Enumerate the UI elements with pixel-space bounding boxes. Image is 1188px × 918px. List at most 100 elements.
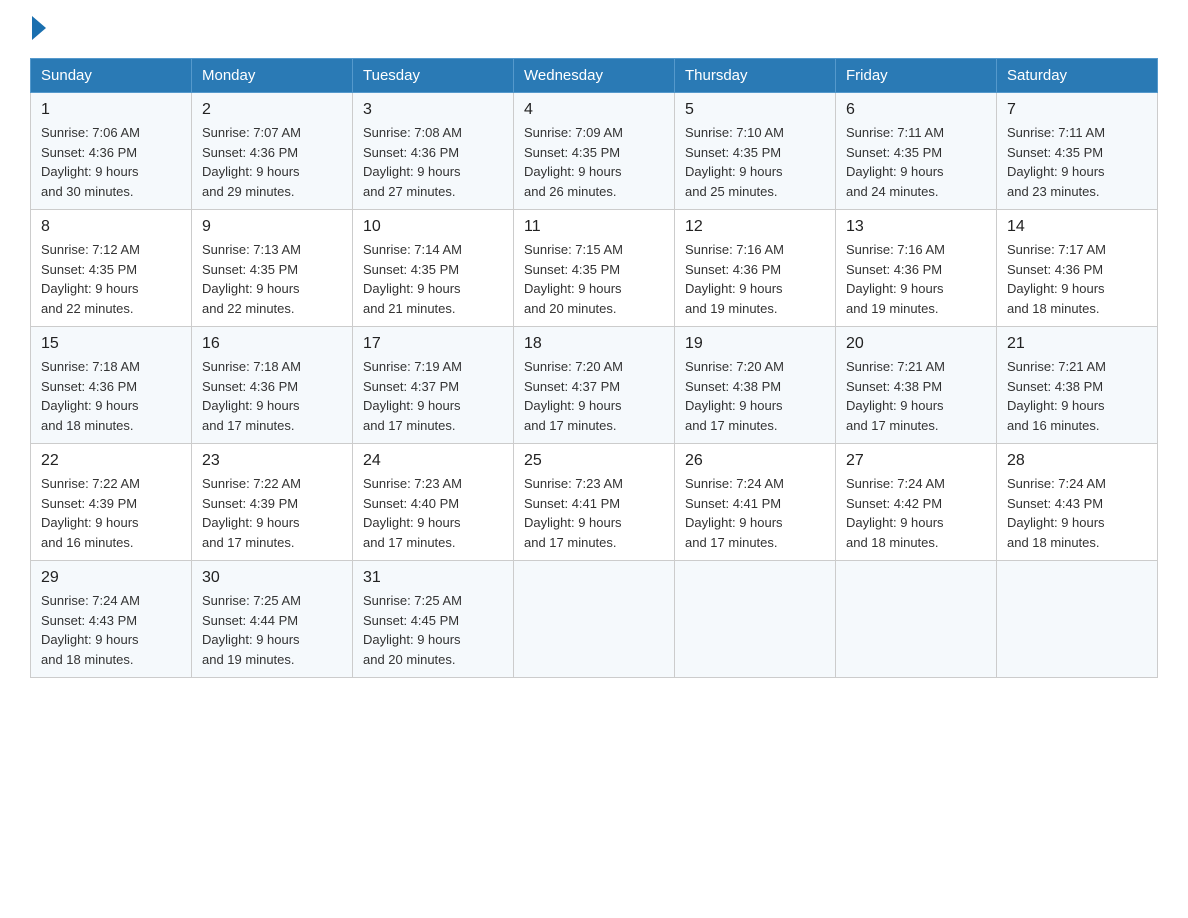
calendar-cell: 25 Sunrise: 7:23 AMSunset: 4:41 PMDaylig… — [514, 444, 675, 561]
calendar-cell: 6 Sunrise: 7:11 AMSunset: 4:35 PMDayligh… — [836, 93, 997, 210]
day-number: 27 — [846, 452, 986, 470]
day-number: 16 — [202, 335, 342, 353]
calendar-week-row: 22 Sunrise: 7:22 AMSunset: 4:39 PMDaylig… — [31, 444, 1158, 561]
calendar-cell: 4 Sunrise: 7:09 AMSunset: 4:35 PMDayligh… — [514, 93, 675, 210]
calendar-cell — [514, 561, 675, 678]
calendar-cell: 14 Sunrise: 7:17 AMSunset: 4:36 PMDaylig… — [997, 210, 1158, 327]
logo-arrow-icon — [32, 16, 46, 40]
calendar-cell — [836, 561, 997, 678]
calendar-cell: 13 Sunrise: 7:16 AMSunset: 4:36 PMDaylig… — [836, 210, 997, 327]
day-number: 13 — [846, 218, 986, 236]
calendar-cell: 5 Sunrise: 7:10 AMSunset: 4:35 PMDayligh… — [675, 93, 836, 210]
day-info: Sunrise: 7:17 AMSunset: 4:36 PMDaylight:… — [1007, 242, 1106, 316]
calendar-cell: 21 Sunrise: 7:21 AMSunset: 4:38 PMDaylig… — [997, 327, 1158, 444]
day-info: Sunrise: 7:24 AMSunset: 4:43 PMDaylight:… — [41, 593, 140, 667]
day-number: 25 — [524, 452, 664, 470]
calendar-cell: 16 Sunrise: 7:18 AMSunset: 4:36 PMDaylig… — [192, 327, 353, 444]
day-number: 30 — [202, 569, 342, 587]
calendar-cell: 19 Sunrise: 7:20 AMSunset: 4:38 PMDaylig… — [675, 327, 836, 444]
calendar-cell: 8 Sunrise: 7:12 AMSunset: 4:35 PMDayligh… — [31, 210, 192, 327]
weekday-header-sunday: Sunday — [31, 59, 192, 93]
calendar-cell: 29 Sunrise: 7:24 AMSunset: 4:43 PMDaylig… — [31, 561, 192, 678]
calendar-cell: 11 Sunrise: 7:15 AMSunset: 4:35 PMDaylig… — [514, 210, 675, 327]
calendar-cell: 22 Sunrise: 7:22 AMSunset: 4:39 PMDaylig… — [31, 444, 192, 561]
calendar-week-row: 8 Sunrise: 7:12 AMSunset: 4:35 PMDayligh… — [31, 210, 1158, 327]
calendar-cell: 9 Sunrise: 7:13 AMSunset: 4:35 PMDayligh… — [192, 210, 353, 327]
day-info: Sunrise: 7:24 AMSunset: 4:41 PMDaylight:… — [685, 476, 784, 550]
day-number: 15 — [41, 335, 181, 353]
day-number: 6 — [846, 101, 986, 119]
day-number: 18 — [524, 335, 664, 353]
day-number: 9 — [202, 218, 342, 236]
weekday-header-friday: Friday — [836, 59, 997, 93]
day-info: Sunrise: 7:21 AMSunset: 4:38 PMDaylight:… — [1007, 359, 1106, 433]
day-number: 14 — [1007, 218, 1147, 236]
day-info: Sunrise: 7:06 AMSunset: 4:36 PMDaylight:… — [41, 125, 140, 199]
day-number: 23 — [202, 452, 342, 470]
calendar-cell: 28 Sunrise: 7:24 AMSunset: 4:43 PMDaylig… — [997, 444, 1158, 561]
weekday-header-saturday: Saturday — [997, 59, 1158, 93]
calendar-cell: 2 Sunrise: 7:07 AMSunset: 4:36 PMDayligh… — [192, 93, 353, 210]
weekday-header-monday: Monday — [192, 59, 353, 93]
day-number: 19 — [685, 335, 825, 353]
day-info: Sunrise: 7:15 AMSunset: 4:35 PMDaylight:… — [524, 242, 623, 316]
day-info: Sunrise: 7:08 AMSunset: 4:36 PMDaylight:… — [363, 125, 462, 199]
day-number: 12 — [685, 218, 825, 236]
day-number: 3 — [363, 101, 503, 119]
day-info: Sunrise: 7:22 AMSunset: 4:39 PMDaylight:… — [41, 476, 140, 550]
calendar-cell: 12 Sunrise: 7:16 AMSunset: 4:36 PMDaylig… — [675, 210, 836, 327]
day-info: Sunrise: 7:10 AMSunset: 4:35 PMDaylight:… — [685, 125, 784, 199]
day-number: 7 — [1007, 101, 1147, 119]
day-number: 28 — [1007, 452, 1147, 470]
day-number: 5 — [685, 101, 825, 119]
calendar-cell — [997, 561, 1158, 678]
day-info: Sunrise: 7:11 AMSunset: 4:35 PMDaylight:… — [846, 125, 944, 199]
calendar-cell: 30 Sunrise: 7:25 AMSunset: 4:44 PMDaylig… — [192, 561, 353, 678]
calendar-cell: 1 Sunrise: 7:06 AMSunset: 4:36 PMDayligh… — [31, 93, 192, 210]
calendar-week-row: 1 Sunrise: 7:06 AMSunset: 4:36 PMDayligh… — [31, 93, 1158, 210]
day-info: Sunrise: 7:07 AMSunset: 4:36 PMDaylight:… — [202, 125, 301, 199]
day-info: Sunrise: 7:22 AMSunset: 4:39 PMDaylight:… — [202, 476, 301, 550]
day-info: Sunrise: 7:14 AMSunset: 4:35 PMDaylight:… — [363, 242, 462, 316]
weekday-header-wednesday: Wednesday — [514, 59, 675, 93]
calendar-cell: 7 Sunrise: 7:11 AMSunset: 4:35 PMDayligh… — [997, 93, 1158, 210]
day-info: Sunrise: 7:18 AMSunset: 4:36 PMDaylight:… — [41, 359, 140, 433]
calendar-week-row: 29 Sunrise: 7:24 AMSunset: 4:43 PMDaylig… — [31, 561, 1158, 678]
day-info: Sunrise: 7:11 AMSunset: 4:35 PMDaylight:… — [1007, 125, 1105, 199]
day-number: 31 — [363, 569, 503, 587]
day-number: 8 — [41, 218, 181, 236]
calendar-cell: 27 Sunrise: 7:24 AMSunset: 4:42 PMDaylig… — [836, 444, 997, 561]
day-info: Sunrise: 7:23 AMSunset: 4:40 PMDaylight:… — [363, 476, 462, 550]
day-number: 24 — [363, 452, 503, 470]
day-number: 20 — [846, 335, 986, 353]
calendar-cell — [675, 561, 836, 678]
weekday-header-thursday: Thursday — [675, 59, 836, 93]
calendar-cell: 18 Sunrise: 7:20 AMSunset: 4:37 PMDaylig… — [514, 327, 675, 444]
day-number: 2 — [202, 101, 342, 119]
weekday-header-row: SundayMondayTuesdayWednesdayThursdayFrid… — [31, 59, 1158, 93]
logo — [30, 20, 46, 40]
calendar-cell: 17 Sunrise: 7:19 AMSunset: 4:37 PMDaylig… — [353, 327, 514, 444]
day-number: 21 — [1007, 335, 1147, 353]
header — [30, 20, 1158, 40]
calendar-cell: 23 Sunrise: 7:22 AMSunset: 4:39 PMDaylig… — [192, 444, 353, 561]
day-info: Sunrise: 7:13 AMSunset: 4:35 PMDaylight:… — [202, 242, 301, 316]
day-info: Sunrise: 7:25 AMSunset: 4:45 PMDaylight:… — [363, 593, 462, 667]
day-number: 1 — [41, 101, 181, 119]
day-info: Sunrise: 7:24 AMSunset: 4:43 PMDaylight:… — [1007, 476, 1106, 550]
day-info: Sunrise: 7:19 AMSunset: 4:37 PMDaylight:… — [363, 359, 462, 433]
day-info: Sunrise: 7:25 AMSunset: 4:44 PMDaylight:… — [202, 593, 301, 667]
day-info: Sunrise: 7:20 AMSunset: 4:38 PMDaylight:… — [685, 359, 784, 433]
day-info: Sunrise: 7:24 AMSunset: 4:42 PMDaylight:… — [846, 476, 945, 550]
calendar-cell: 24 Sunrise: 7:23 AMSunset: 4:40 PMDaylig… — [353, 444, 514, 561]
day-number: 29 — [41, 569, 181, 587]
day-number: 11 — [524, 218, 664, 236]
day-info: Sunrise: 7:21 AMSunset: 4:38 PMDaylight:… — [846, 359, 945, 433]
day-info: Sunrise: 7:20 AMSunset: 4:37 PMDaylight:… — [524, 359, 623, 433]
day-number: 17 — [363, 335, 503, 353]
calendar-cell: 20 Sunrise: 7:21 AMSunset: 4:38 PMDaylig… — [836, 327, 997, 444]
weekday-header-tuesday: Tuesday — [353, 59, 514, 93]
day-info: Sunrise: 7:23 AMSunset: 4:41 PMDaylight:… — [524, 476, 623, 550]
calendar-cell: 31 Sunrise: 7:25 AMSunset: 4:45 PMDaylig… — [353, 561, 514, 678]
day-number: 26 — [685, 452, 825, 470]
